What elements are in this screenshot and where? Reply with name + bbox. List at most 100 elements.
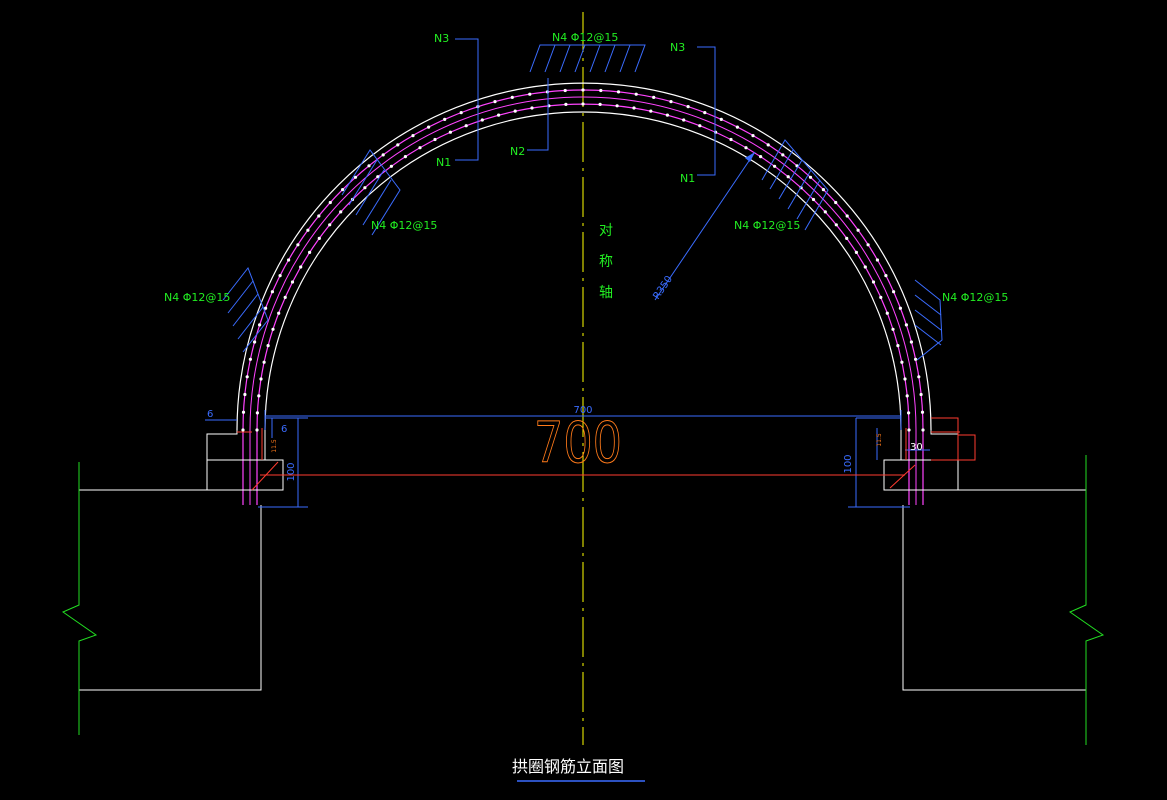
axis-label-char-2: 称 [599,254,613,270]
rebar-dot [781,153,785,157]
dim-left-6-top: 6 [207,409,213,420]
rebar-dot [634,92,638,96]
rebar-dot [253,340,257,344]
rebar-dot [834,200,838,205]
n1-right-label: N1 [680,172,695,185]
left-abutment [79,489,262,691]
rebar-dot [264,306,268,310]
rebar-dot [714,130,718,134]
rebar-dot [581,88,585,92]
rebar-dot [917,375,921,379]
dim-left-small: 11.5 [271,439,278,453]
rebar-dot [920,410,925,414]
rebar-dot [255,428,259,432]
rebar-dot [871,280,876,284]
axis-label-char-1: 对 [599,223,613,239]
rebar-dot [854,250,859,254]
rebar-dot [599,88,603,93]
arch-rebar-elevation-drawing: N4 Φ12@15 N4 Φ12@15 N4 Φ12@15 N4 Φ12@15 … [61,12,1105,782]
rebar-dot [418,146,422,150]
rebar-dot [563,88,567,93]
rebar-dot [759,155,763,159]
rebar-dot [875,258,880,262]
rebar-dot [616,90,621,94]
rebar-dot [811,197,816,202]
n4-upper-left-label: N4 Φ12@15 [371,219,437,232]
rebar-dot [271,327,275,331]
rebar-dot [241,428,245,432]
rebar-dot [682,118,686,122]
rebar-dot [317,236,321,240]
rebar-dot [480,118,484,122]
rebar-dot [299,265,303,269]
n3-right-label: N3 [670,41,685,54]
rebar-dot [530,106,534,110]
rebar-dot [892,290,896,294]
rebar-dot [381,153,385,157]
arch-outer-outline [236,82,932,431]
rebar-dot [903,377,907,381]
n4-lower-right-label: N4 Φ12@15 [942,291,1008,304]
rebar-dot [896,344,900,348]
drawing-title: 拱圈钢筋立面图 [512,757,624,776]
rebar-dot [879,295,883,299]
rebar-dot [866,243,870,247]
rebar-dot [258,323,262,327]
rebar-dot [884,274,888,278]
n2-label: N2 [510,145,525,158]
rebar-dot [669,100,673,104]
rebar-dot [411,134,415,138]
n4-upper-right-label: N4 Φ12@15 [734,219,800,232]
rebar-dot [243,392,247,397]
span-label-big: 700 [534,411,622,476]
rebar-dot [339,210,343,214]
rebar-dot [308,250,312,254]
rebar-dot [904,323,909,327]
rebar-dot [615,104,619,108]
left-break-line [61,462,98,735]
rebar-dot [296,243,300,247]
rebar-dot [900,360,904,364]
dim-right-100: 100 [843,454,854,473]
rebar-dot [598,102,602,106]
rebar-dot [751,134,755,138]
rebar-dot [649,109,653,113]
rebar-dot [786,175,790,179]
rebar-dot [845,214,849,218]
rebar-dot [259,377,263,381]
rebar-dot [863,265,867,269]
rebar-dot [719,117,723,121]
left-springing-support [206,430,284,491]
rebar-dot [262,360,266,364]
rebar-dot [921,428,925,432]
rebar-dot [317,214,321,218]
rebar-dot [245,375,249,379]
rebar-dot [735,125,740,129]
rebar-dot [464,124,468,128]
rebar-dot [919,392,923,397]
rebar-dot [891,327,895,331]
right-abutment [902,489,1086,691]
rebar-dot [278,274,282,278]
dim-left-100: 100 [286,462,297,481]
rebar-dot [665,113,670,117]
rebar-dot [909,340,914,344]
n-label-leaders [455,38,716,176]
dim-left-6-side: 6 [281,424,287,435]
rebar-dot [729,137,733,142]
rebar-dot [255,411,259,415]
rebar-dot [248,357,252,361]
rebar-dot [306,228,310,232]
rebar-dot [823,210,827,214]
rebar-dot [856,228,860,232]
rebar-dot [703,111,707,115]
n1-left-label: N1 [436,156,451,169]
rebar-dot [907,411,911,415]
rebar-dot [448,130,452,134]
rebar-dot [290,280,295,284]
n4-lower-left-label: N4 Φ12@15 [164,291,230,304]
rebar-dot [907,428,911,432]
rebar-dot [367,164,371,168]
rebar-dot [885,311,889,315]
n4-top-label: N4 Φ12@15 [552,31,618,44]
